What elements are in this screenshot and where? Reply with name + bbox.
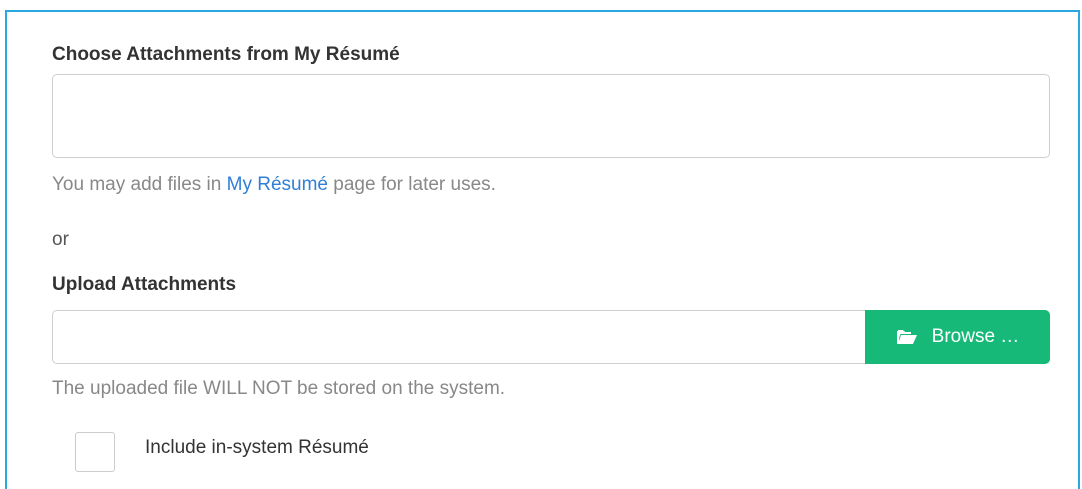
- resume-help-prefix: You may add files in: [52, 174, 227, 195]
- resume-attachments-label: Choose Attachments from My Résumé: [52, 44, 400, 65]
- folder-open-icon: [896, 329, 918, 345]
- browse-button-label: Browse …: [931, 326, 1020, 347]
- my-resume-link[interactable]: My Résumé: [227, 174, 328, 195]
- upload-file-input[interactable]: [52, 310, 865, 364]
- resume-help-text: You may add files in My Résumé page for …: [52, 174, 496, 196]
- include-resume-label[interactable]: Include in-system Résumé: [145, 437, 369, 459]
- upload-input-group: Browse …: [52, 310, 1050, 364]
- or-separator: or: [52, 229, 69, 250]
- include-resume-checkbox[interactable]: [75, 432, 115, 472]
- browse-button[interactable]: Browse …: [865, 310, 1050, 364]
- resume-attachments-select[interactable]: [52, 74, 1050, 158]
- resume-help-suffix: page for later uses.: [328, 174, 496, 195]
- upload-help-text: The uploaded file WILL NOT be stored on …: [52, 378, 506, 399]
- upload-attachments-label: Upload Attachments: [52, 274, 237, 295]
